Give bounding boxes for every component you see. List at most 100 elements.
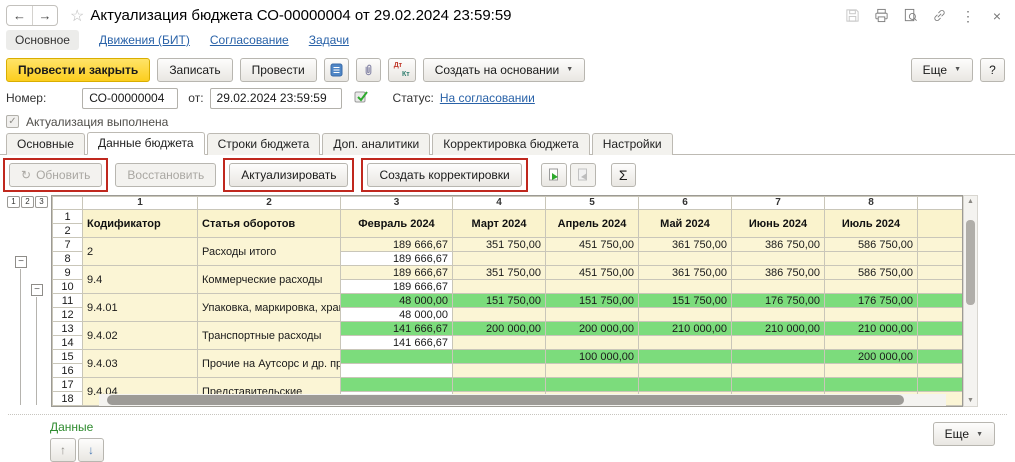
month-column-header[interactable]: Июль 2024	[825, 210, 918, 238]
plan-value-cell[interactable]: 176 750,00	[825, 294, 918, 308]
post-and-close-button[interactable]: Провести и закрыть	[6, 58, 150, 82]
save-icon[interactable]	[844, 8, 860, 24]
plan-value-cell[interactable]: 210 000,00	[732, 322, 825, 336]
fact-value-cell[interactable]	[546, 336, 639, 350]
plan-value-cell[interactable]	[732, 350, 825, 364]
collapse-groups-button[interactable]	[570, 163, 596, 187]
fact-value-cell[interactable]	[918, 336, 964, 350]
fact-value-cell[interactable]	[732, 364, 825, 378]
fact-value-cell[interactable]	[732, 336, 825, 350]
plan-value-cell[interactable]: 48 000,00	[341, 294, 453, 308]
grid-row-number[interactable]: 10	[53, 280, 83, 294]
nav-link-approval[interactable]: Согласование	[210, 33, 289, 47]
scroll-up-icon[interactable]: ▲	[964, 198, 977, 205]
plan-value-cell[interactable]: 200 000,00	[825, 350, 918, 364]
plan-value-cell[interactable]	[546, 378, 639, 392]
plan-value-cell[interactable]: 210 000,00	[825, 322, 918, 336]
status-link[interactable]: На согласовании	[440, 91, 535, 105]
number-field[interactable]	[82, 88, 178, 109]
plan-value-cell[interactable]: 189 666,67	[341, 266, 453, 280]
fact-value-cell[interactable]	[918, 308, 964, 322]
fact-value-cell[interactable]	[341, 364, 453, 378]
fact-value-cell[interactable]	[825, 336, 918, 350]
collapse-group-icon[interactable]: −	[15, 256, 27, 268]
grid-row-number[interactable]: 12	[53, 308, 83, 322]
plan-value-cell[interactable]	[341, 350, 453, 364]
link-icon[interactable]	[931, 8, 947, 24]
back-button[interactable]: ←	[7, 6, 32, 25]
plan-value-cell[interactable]	[341, 378, 453, 392]
post-button[interactable]: Провести	[240, 58, 317, 82]
grid-row-number[interactable]: 17	[53, 378, 83, 392]
article-cell[interactable]: Коммерческие расходы	[198, 266, 341, 294]
grid-row-number[interactable]: 7	[53, 238, 83, 252]
grid-row-number[interactable]: 2	[53, 224, 83, 238]
grid-row-number[interactable]: 14	[53, 336, 83, 350]
code-cell[interactable]: 2	[83, 238, 198, 266]
plan-value-cell[interactable]	[825, 378, 918, 392]
column-number[interactable]: 1	[83, 197, 198, 210]
grid-row-number[interactable]: 16	[53, 364, 83, 378]
refresh-button[interactable]: ↻Обновить	[9, 163, 102, 187]
plan-value-cell[interactable]	[918, 322, 964, 336]
column-number[interactable]	[918, 197, 964, 210]
horizontal-scrollbar[interactable]	[99, 394, 946, 406]
collapse-group-icon[interactable]: −	[31, 284, 43, 296]
attachments-button[interactable]	[356, 58, 381, 82]
column-number[interactable]: 6	[639, 197, 732, 210]
plan-value-cell[interactable]	[918, 266, 964, 280]
toolbar-more-button[interactable]: Еще▼	[911, 58, 973, 82]
code-column-header[interactable]: Кодификатор	[83, 210, 198, 238]
plan-value-cell[interactable]: 151 750,00	[546, 294, 639, 308]
month-column-header[interactable]: Февраль 2024	[341, 210, 453, 238]
month-column-header[interactable]: Март 2024	[453, 210, 546, 238]
fact-value-cell[interactable]	[546, 308, 639, 322]
fact-value-cell[interactable]	[732, 252, 825, 266]
plan-value-cell[interactable]: 586 750,00	[825, 238, 918, 252]
restore-button[interactable]: Восстановить	[115, 163, 216, 187]
horizontal-scrollbar-thumb[interactable]	[107, 395, 904, 405]
tab-extra-analytics[interactable]: Доп. аналитики	[322, 133, 430, 155]
group-level-2-button[interactable]: 2	[21, 196, 34, 208]
footer-more-button[interactable]: Еще▼	[933, 422, 995, 446]
fact-value-cell[interactable]	[453, 364, 546, 378]
article-cell[interactable]: Упаковка, маркировка, хранение	[198, 294, 341, 322]
plan-value-cell[interactable]: 386 750,00	[732, 238, 825, 252]
report-button[interactable]	[324, 58, 349, 82]
favorite-star-icon[interactable]: ☆	[70, 6, 84, 26]
fact-value-cell[interactable]	[546, 252, 639, 266]
plan-value-cell[interactable]: 151 750,00	[453, 294, 546, 308]
dt-kt-button[interactable]: ДтКт	[388, 58, 416, 82]
grid-row-number[interactable]: 9	[53, 266, 83, 280]
plan-value-cell[interactable]: 361 750,00	[639, 238, 732, 252]
tab-budget-data[interactable]: Данные бюджета	[87, 132, 205, 155]
plan-value-cell[interactable]: 200 000,00	[453, 322, 546, 336]
create-adjustments-button[interactable]: Создать корректировки	[367, 163, 521, 187]
fact-value-cell[interactable]: 189 666,67	[341, 252, 453, 266]
tab-main[interactable]: Основные	[6, 133, 85, 155]
fact-value-cell[interactable]: 189 666,67	[341, 280, 453, 294]
tab-settings[interactable]: Настройки	[592, 133, 673, 155]
column-number[interactable]: 5	[546, 197, 639, 210]
fact-value-cell[interactable]	[453, 280, 546, 294]
close-icon[interactable]: ×	[989, 8, 1005, 24]
month-column-header[interactable]: Апрель 2024	[546, 210, 639, 238]
month-column-header[interactable]: Июнь 2024	[732, 210, 825, 238]
preview-icon[interactable]	[902, 8, 918, 24]
fact-value-cell[interactable]	[639, 280, 732, 294]
expand-groups-button[interactable]	[541, 163, 567, 187]
code-cell[interactable]: 9.4	[83, 266, 198, 294]
plan-value-cell[interactable]: 451 750,00	[546, 266, 639, 280]
fact-value-cell[interactable]	[825, 308, 918, 322]
write-button[interactable]: Записать	[157, 58, 232, 82]
more-menu-icon[interactable]: ⋮	[960, 8, 976, 24]
move-up-button[interactable]: ↑	[50, 438, 76, 462]
plan-value-cell[interactable]: 351 750,00	[453, 266, 546, 280]
code-cell[interactable]: 9.4.03	[83, 350, 198, 378]
plan-value-cell[interactable]: 451 750,00	[546, 238, 639, 252]
fact-value-cell[interactable]	[546, 364, 639, 378]
plan-value-cell[interactable]	[453, 378, 546, 392]
print-icon[interactable]	[873, 8, 889, 24]
fact-value-cell[interactable]	[639, 252, 732, 266]
plan-value-cell[interactable]	[639, 378, 732, 392]
